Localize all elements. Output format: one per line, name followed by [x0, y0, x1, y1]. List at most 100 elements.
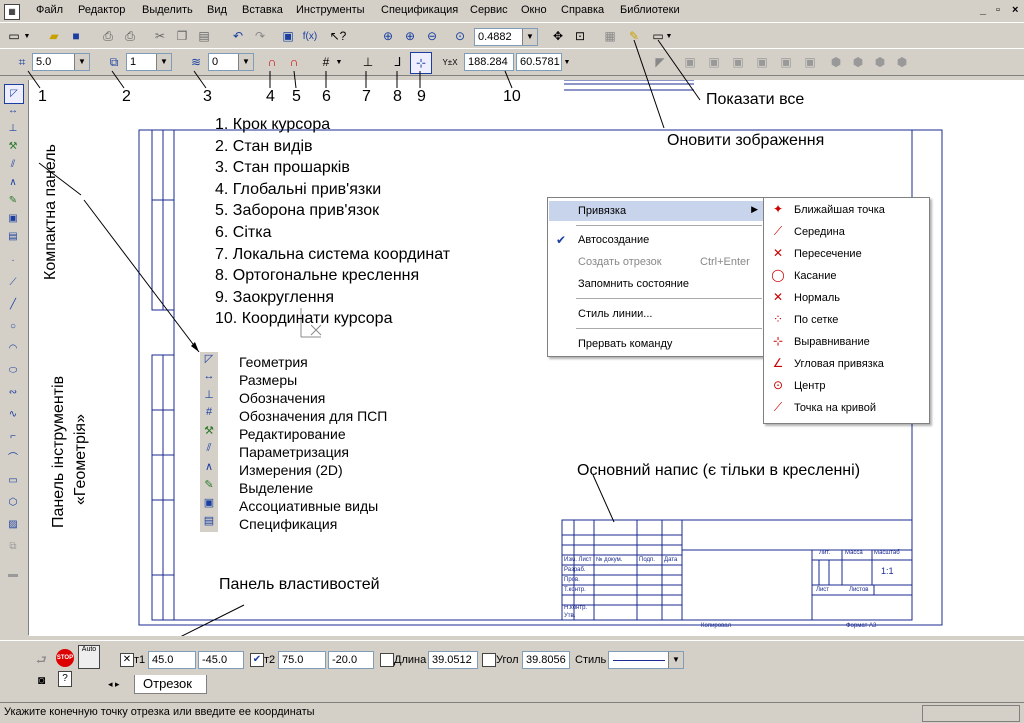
- cube-front-icon[interactable]: ▣: [680, 52, 700, 72]
- angle-checkbox[interactable]: [482, 653, 496, 667]
- app-icon[interactable]: ▦: [4, 4, 20, 20]
- menu-tools[interactable]: Инструменты: [296, 4, 365, 16]
- drawing-area[interactable]: 1. Крок курсора 2. Стан видів 3. Стан пр…: [29, 80, 1024, 636]
- minimize-button[interactable]: _: [980, 4, 986, 16]
- menu-window[interactable]: Окно: [521, 4, 547, 16]
- snap-item-angle[interactable]: Угловая привязка: [794, 358, 884, 370]
- cursor-x-field[interactable]: 188.284: [464, 53, 514, 71]
- refresh-view-icon[interactable]: ✎: [624, 26, 644, 46]
- chevron-down-icon[interactable]: ▼: [522, 29, 537, 45]
- local-coordinate-system-icon[interactable]: ⊥: [358, 52, 378, 72]
- zoom-scale-icon[interactable]: ⊙: [450, 26, 470, 46]
- undo-icon[interactable]: ↶: [228, 26, 248, 46]
- menu-view[interactable]: Вид: [207, 4, 227, 16]
- polygon-tool-icon[interactable]: ⬡: [4, 494, 22, 512]
- dimensions-tab-icon[interactable]: ↔: [4, 102, 22, 120]
- t1-y-input[interactable]: -45.0: [198, 651, 244, 669]
- zoom-window-icon[interactable]: ⊕: [400, 26, 420, 46]
- arc-tool-icon[interactable]: ◠: [4, 340, 22, 358]
- layers-state-icon[interactable]: ≋: [186, 52, 206, 72]
- paste-icon[interactable]: ▤: [194, 26, 214, 46]
- chevron-down-icon[interactable]: ▼: [238, 54, 253, 70]
- context-menu-item-abort[interactable]: Прервать команду: [578, 338, 672, 350]
- context-menu-item-create-segment[interactable]: Создать отрезок: [578, 256, 662, 268]
- measure-tab-icon[interactable]: ∧: [4, 174, 22, 192]
- t2-checkbox[interactable]: ✔: [250, 653, 264, 667]
- context-menu-item-binding[interactable]: Привязка ▶: [549, 201, 764, 221]
- edit-tab-icon[interactable]: ⚒: [4, 138, 22, 156]
- zoom-in-icon[interactable]: ⊕: [378, 26, 398, 46]
- grid-icon[interactable]: #: [316, 52, 336, 72]
- circle-tool-icon[interactable]: ○: [4, 318, 22, 336]
- cube-back-icon[interactable]: ▣: [704, 52, 724, 72]
- save-icon[interactable]: ■: [66, 26, 86, 46]
- tab-nav-arrows[interactable]: ◂ ▸: [108, 679, 120, 690]
- dropdown-arrow-icon[interactable]: ▼: [664, 26, 674, 46]
- chamfer-tool-icon[interactable]: ⌐: [4, 428, 22, 446]
- assoc-views-tab-icon[interactable]: ▣: [4, 210, 22, 228]
- dropdown-arrow-icon[interactable]: ▼: [334, 52, 344, 72]
- cut-icon[interactable]: ✂: [150, 26, 170, 46]
- fillet-tool-icon[interactable]: ⌒: [4, 450, 22, 468]
- tab-segment[interactable]: Отрезок: [134, 675, 207, 694]
- enter-object-icon[interactable]: ⮐: [36, 651, 47, 672]
- layers-manager-icon[interactable]: ▦: [600, 26, 620, 46]
- aux-line-tool-icon[interactable]: ⟋: [4, 274, 22, 292]
- zoom-input[interactable]: 0.4882 ▼: [474, 28, 538, 46]
- auto-button[interactable]: Auto: [78, 645, 100, 669]
- print-preview-icon[interactable]: ⎙: [120, 26, 140, 46]
- snap-item-intersection[interactable]: Пересечение: [794, 248, 862, 260]
- global-snaps-icon[interactable]: ∩: [262, 52, 282, 72]
- snap-item-tangent[interactable]: Касание: [794, 270, 836, 282]
- close-button[interactable]: ×: [1012, 4, 1018, 16]
- contour-tool-icon[interactable]: ⧉: [4, 538, 22, 556]
- cursor-y-field[interactable]: 60.5781: [516, 53, 562, 71]
- menu-specification[interactable]: Спецификация: [381, 4, 458, 16]
- t1-checkbox[interactable]: ✕: [120, 653, 134, 667]
- menu-file[interactable]: Файл: [36, 4, 63, 16]
- spec-tab-icon[interactable]: ▤: [4, 228, 22, 246]
- redo-icon[interactable]: ↷: [250, 26, 270, 46]
- step-input[interactable]: 5.0 ▼: [32, 53, 90, 71]
- show-all-icon[interactable]: ⊡: [570, 26, 590, 46]
- menu-service[interactable]: Сервис: [470, 4, 508, 16]
- chevron-down-icon[interactable]: ▼: [74, 54, 89, 70]
- print-icon[interactable]: ⎙: [98, 26, 118, 46]
- snaps-off-icon[interactable]: ∩: [284, 52, 304, 72]
- hatch-tool-icon[interactable]: ▨: [4, 516, 22, 534]
- copy-icon[interactable]: ❐: [172, 26, 192, 46]
- spline-tool-icon[interactable]: ∿: [4, 406, 22, 424]
- manager-icon[interactable]: ▣: [278, 26, 298, 46]
- view-input[interactable]: 1 ▼: [126, 53, 172, 71]
- iso-view-icon[interactable]: ⬢: [892, 52, 912, 72]
- panel-scroll-icon[interactable]: ▬: [4, 566, 22, 584]
- menu-select[interactable]: Выделить: [142, 4, 193, 16]
- snap-item-normal[interactable]: Нормаль: [794, 292, 840, 304]
- menu-libraries[interactable]: Библиотеки: [620, 4, 680, 16]
- t1-x-input[interactable]: 45.0: [148, 651, 196, 669]
- axis-y-icon[interactable]: ⬢: [826, 52, 846, 72]
- length-checkbox[interactable]: [380, 653, 394, 667]
- views-state-icon[interactable]: ⧉: [104, 52, 124, 72]
- snap-item-center[interactable]: Центр: [794, 380, 826, 392]
- snap-item-grid[interactable]: По сетке: [794, 314, 838, 326]
- rectangle-tool-icon[interactable]: ▭: [4, 472, 22, 490]
- help-pointer-icon[interactable]: ↖?: [328, 26, 348, 46]
- pan-icon[interactable]: ✥: [548, 26, 568, 46]
- cube-left-icon[interactable]: ▣: [728, 52, 748, 72]
- snap-item-point-on-curve[interactable]: Точка на кривой: [794, 402, 876, 414]
- polyline-tool-icon[interactable]: ∾: [4, 384, 22, 402]
- chevron-down-icon[interactable]: ▼: [668, 652, 683, 668]
- menu-insert[interactable]: Вставка: [242, 4, 283, 16]
- geometry-tab-icon[interactable]: ◸: [4, 84, 24, 104]
- point-tool-icon[interactable]: ·: [4, 252, 22, 270]
- variables-icon[interactable]: f(x): [300, 26, 320, 46]
- snap-item-alignment[interactable]: Выравнивание: [794, 336, 870, 348]
- camera-icon[interactable]: ◙: [38, 673, 45, 687]
- axis-z-icon[interactable]: ⬢: [848, 52, 868, 72]
- context-menu-item-line-style[interactable]: Стиль линии...: [578, 308, 652, 320]
- param-tab-icon[interactable]: ⫽: [4, 156, 22, 174]
- rounding-icon[interactable]: ⊹: [410, 52, 432, 74]
- context-menu-item-autocreate[interactable]: Автосоздание: [578, 234, 649, 246]
- cube-bottom-icon[interactable]: ▣: [800, 52, 820, 72]
